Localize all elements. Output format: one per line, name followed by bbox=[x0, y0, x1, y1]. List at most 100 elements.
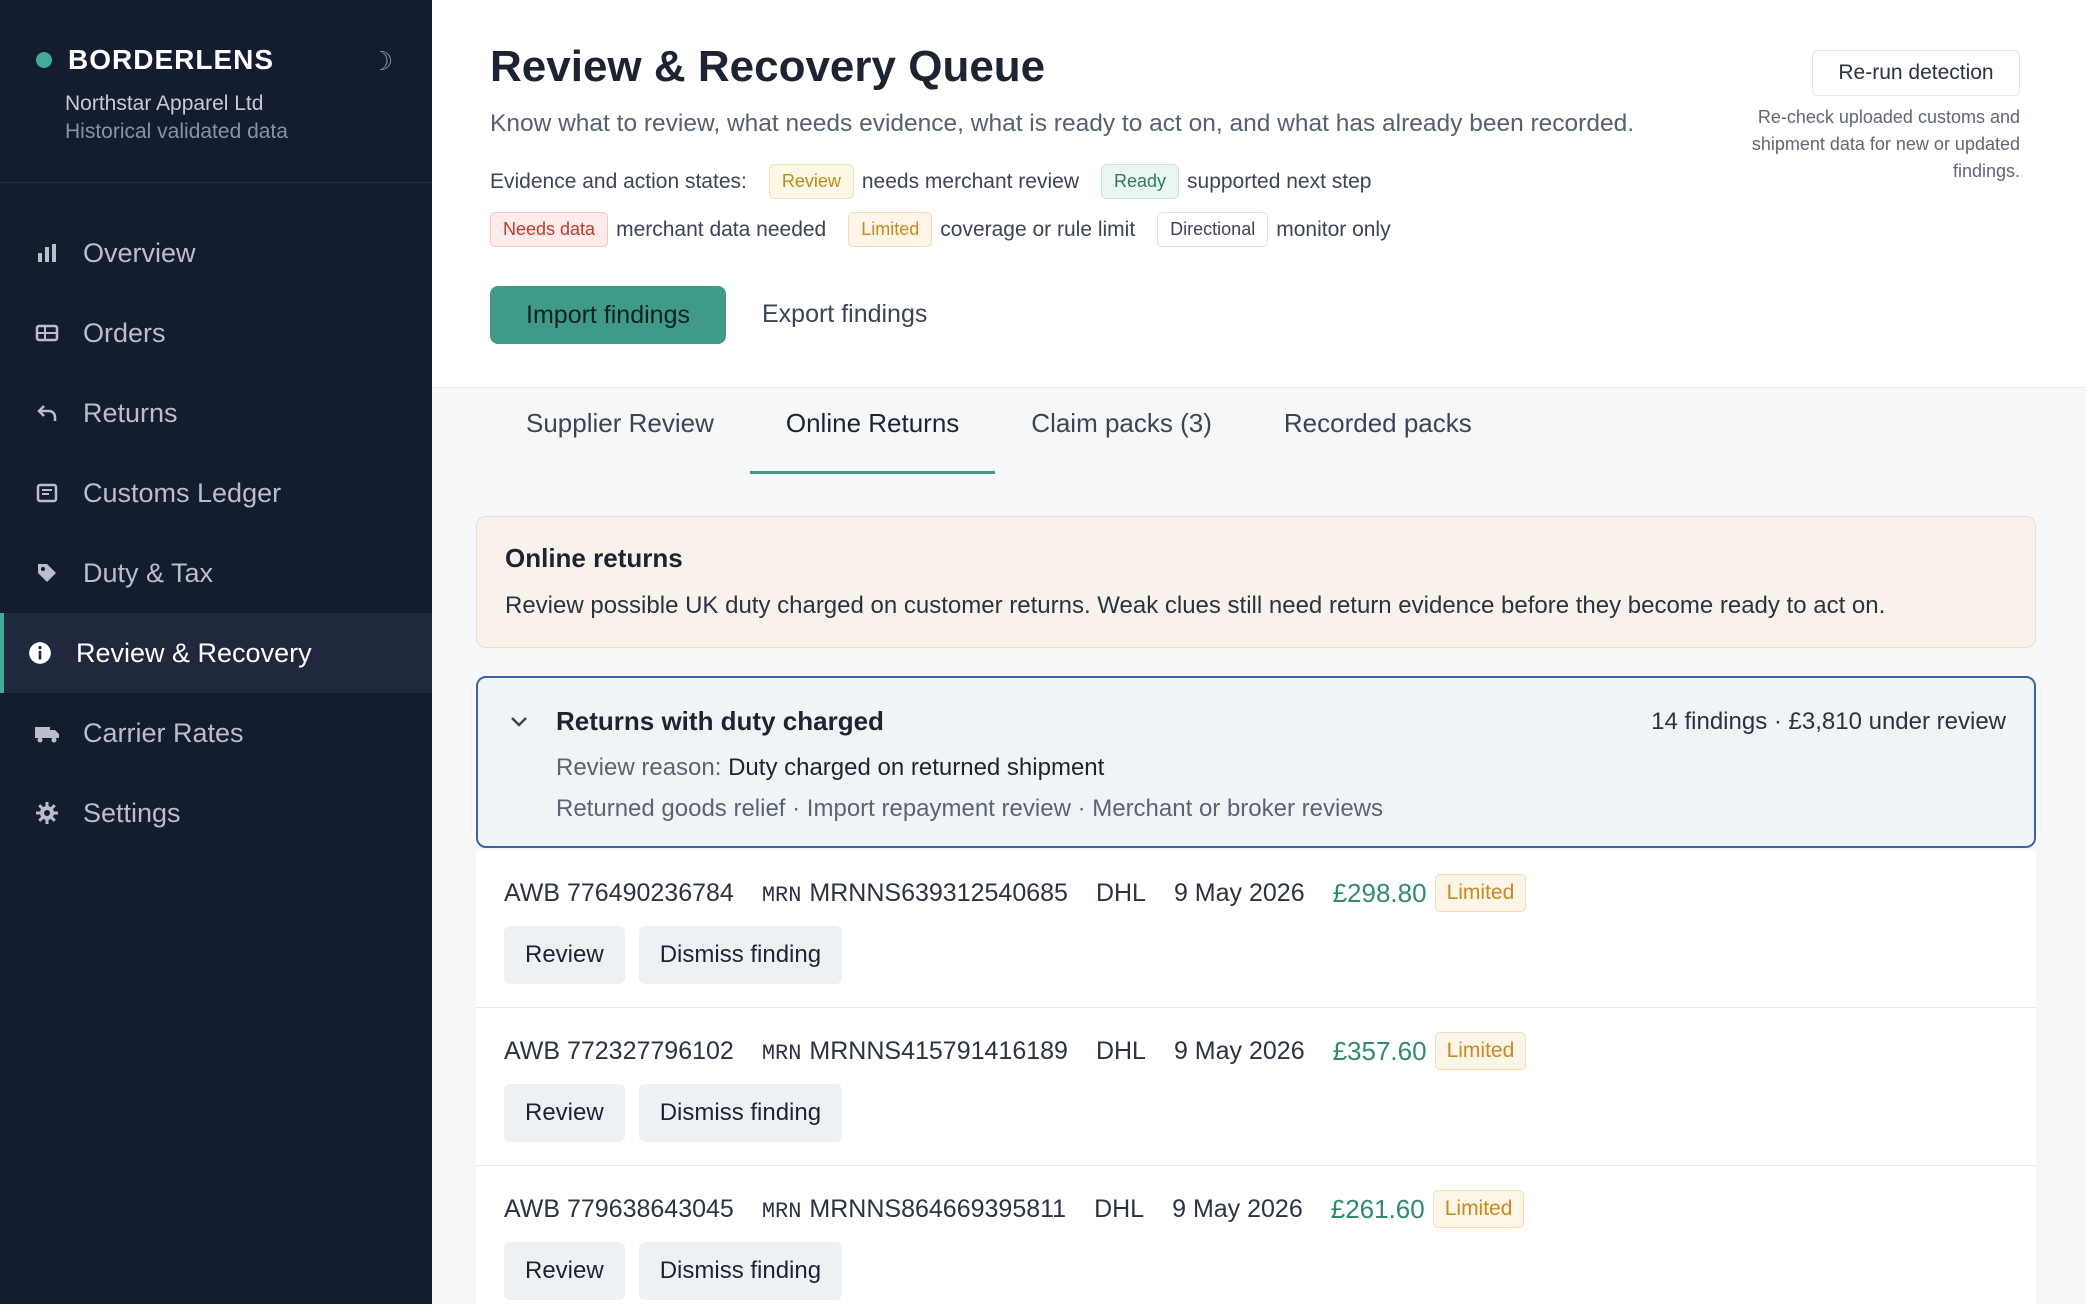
finding-group-header[interactable]: Returns with duty charged 14 findings · … bbox=[476, 676, 2036, 848]
finding-date: 9 May 2026 bbox=[1173, 878, 1305, 907]
badge-directional: Directional bbox=[1157, 212, 1269, 247]
sidebar-divider bbox=[0, 182, 432, 183]
group-tags: Returned goods relief · Import repayment… bbox=[556, 795, 1383, 822]
mrn-label: MRN bbox=[761, 1040, 802, 1066]
dismiss-finding-button[interactable]: Dismiss finding bbox=[638, 1242, 843, 1300]
carrier: DHL bbox=[1095, 1036, 1146, 1065]
queue-tabs: Supplier Review Online Returns Claim pac… bbox=[490, 408, 1508, 474]
group-reason-label: Review reason: bbox=[556, 754, 722, 781]
bar-chart-icon bbox=[33, 239, 61, 267]
mrn-number: MRNNS639312540685 bbox=[809, 878, 1068, 907]
tab-recorded-packs[interactable]: Recorded packs bbox=[1248, 408, 1508, 474]
legend-text-limited: coverage or rule limit bbox=[940, 217, 1136, 241]
export-findings-button[interactable]: Export findings bbox=[762, 300, 927, 329]
sidebar-item-label: Returns bbox=[83, 397, 178, 428]
sidebar-item-review-recovery[interactable]: Review & Recovery bbox=[0, 613, 432, 693]
mrn-label: MRN bbox=[761, 882, 802, 908]
main-content: Review & Recovery Queue Know what to rev… bbox=[432, 0, 2086, 1304]
group-summary: 14 findings · £3,810 under review bbox=[1651, 708, 2006, 735]
finding-row-details: AWB 772327796102 MRN MRNNS415791416189 DH… bbox=[504, 1032, 1534, 1070]
page-title: Review & Recovery Queue bbox=[490, 42, 1046, 91]
ledger-icon bbox=[33, 479, 61, 507]
sidebar-item-settings[interactable]: Settings bbox=[0, 773, 432, 853]
sidebar-item-label: Orders bbox=[83, 317, 166, 348]
finding-row-actions: Review Dismiss finding bbox=[504, 926, 856, 984]
badge-needs-data: Needs data bbox=[490, 212, 609, 247]
status-badge: Limited bbox=[1432, 1190, 1525, 1228]
mrn-number: MRNNS864669395811 bbox=[809, 1194, 1067, 1223]
finding-row-actions: Review Dismiss finding bbox=[504, 1242, 856, 1300]
brand-name: BORDERLENS bbox=[68, 44, 275, 75]
state-legend-row-1: Evidence and action states: Review needs… bbox=[490, 164, 1393, 199]
tab-supplier-review[interactable]: Supplier Review bbox=[490, 408, 750, 474]
group-title: Returns with duty charged bbox=[556, 706, 884, 736]
review-button[interactable]: Review bbox=[504, 926, 625, 984]
rerun-detection-note: Re-check uploaded customs and shipment d… bbox=[1751, 107, 2020, 181]
sidebar-item-label: Carrier Rates bbox=[83, 717, 244, 748]
moon-icon[interactable]: ☽ bbox=[370, 46, 393, 77]
legend-label: Evidence and action states: bbox=[490, 169, 747, 193]
carrier: DHL bbox=[1095, 878, 1146, 907]
sidebar-item-label: Review & Recovery bbox=[76, 637, 312, 668]
brand[interactable]: BORDERLENS bbox=[36, 44, 274, 76]
return-arrow-icon bbox=[33, 399, 61, 427]
review-button[interactable]: Review bbox=[504, 1084, 625, 1142]
legend-text-directional: monitor only bbox=[1276, 217, 1391, 241]
finding-row: AWB 772327796102 MRN MRNNS415791416189 DH… bbox=[476, 1008, 2036, 1166]
sidebar-item-overview[interactable]: Overview bbox=[0, 213, 432, 293]
sidebar-nav: Overview Orders Returns Customs Ledger D… bbox=[0, 213, 432, 853]
badge-limited: Limited bbox=[848, 212, 933, 247]
chevron-down-icon[interactable] bbox=[510, 708, 528, 734]
finding-row-actions: Review Dismiss finding bbox=[504, 1084, 856, 1142]
gear-icon bbox=[33, 799, 61, 827]
finding-date: 9 May 2026 bbox=[1173, 1036, 1305, 1065]
state-legend-row-2: Needs data merchant data needed Limited … bbox=[490, 212, 1413, 247]
status-badge: Limited bbox=[1434, 874, 1527, 912]
sidebar-item-customs-ledger[interactable]: Customs Ledger bbox=[0, 453, 432, 533]
carrier: DHL bbox=[1094, 1194, 1145, 1223]
finding-row: AWB 779638643045 MRN MRNNS864669395811 DH… bbox=[476, 1166, 2036, 1304]
legend-text-ready: supported next step bbox=[1187, 169, 1372, 193]
sidebar-item-duty-tax[interactable]: Duty & Tax bbox=[0, 533, 432, 613]
finding-row-details: AWB 779638643045 MRN MRNNS864669395811 DH… bbox=[504, 1190, 1532, 1228]
finding-amount: £261.60 bbox=[1330, 1193, 1425, 1224]
review-button[interactable]: Review bbox=[504, 1242, 625, 1300]
finding-row: AWB 776490236784 MRN MRNNS639312540685 DH… bbox=[476, 850, 2036, 1008]
tab-claim-packs[interactable]: Claim packs (3) bbox=[995, 408, 1248, 474]
dismiss-finding-button[interactable]: Dismiss finding bbox=[638, 926, 843, 984]
finding-amount: £357.60 bbox=[1332, 1035, 1427, 1066]
mrn-label: MRN bbox=[761, 1198, 802, 1224]
badge-review: Review bbox=[768, 164, 854, 199]
awb-number: AWB 779638643045 bbox=[504, 1194, 734, 1223]
page-header: Review & Recovery Queue Know what to rev… bbox=[432, 0, 2086, 388]
finding-date: 9 May 2026 bbox=[1172, 1194, 1303, 1223]
import-findings-button[interactable]: Import findings bbox=[490, 286, 726, 344]
group-reason: Review reason: Duty charged on returned … bbox=[556, 754, 1104, 782]
online-returns-notice: Online returns Review possible UK duty c… bbox=[476, 516, 2036, 648]
page-subtitle: Know what to review, what needs evidence… bbox=[490, 110, 1635, 137]
dismiss-finding-button[interactable]: Dismiss finding bbox=[638, 1084, 843, 1142]
sidebar-item-label: Settings bbox=[83, 797, 181, 828]
org-name: Northstar Apparel Ltd bbox=[65, 92, 264, 115]
sidebar-item-returns[interactable]: Returns bbox=[0, 373, 432, 453]
rerun-detection-button[interactable]: Re-run detection bbox=[1812, 50, 2020, 96]
group-reason-value: Duty charged on returned shipment bbox=[728, 754, 1105, 781]
truck-icon bbox=[33, 719, 61, 747]
mrn-number: MRNNS415791416189 bbox=[809, 1036, 1068, 1065]
tab-online-returns[interactable]: Online Returns bbox=[749, 408, 996, 474]
awb-number: AWB 772327796102 bbox=[504, 1036, 734, 1065]
awb-number: AWB 776490236784 bbox=[504, 878, 734, 907]
mrn: MRN MRNNS639312540685 bbox=[762, 879, 1068, 908]
sidebar-item-label: Overview bbox=[83, 237, 196, 268]
legend-text-review: needs merchant review bbox=[861, 169, 1079, 193]
sidebar: BORDERLENS ☽ Northstar Apparel Ltd Histo… bbox=[0, 0, 432, 1304]
sidebar-item-orders[interactable]: Orders bbox=[0, 293, 432, 373]
mrn: MRN MRNNS864669395811 bbox=[762, 1195, 1066, 1224]
finding-list: AWB 776490236784 MRN MRNNS639312540685 DH… bbox=[476, 850, 2036, 1304]
tag-icon bbox=[33, 559, 61, 587]
badge-ready: Ready bbox=[1100, 164, 1180, 199]
org-subtitle: Historical validated data bbox=[65, 120, 288, 143]
mrn: MRN MRNNS415791416189 bbox=[762, 1037, 1068, 1066]
notice-title: Online returns bbox=[505, 543, 683, 573]
sidebar-item-carrier-rates[interactable]: Carrier Rates bbox=[0, 693, 432, 773]
